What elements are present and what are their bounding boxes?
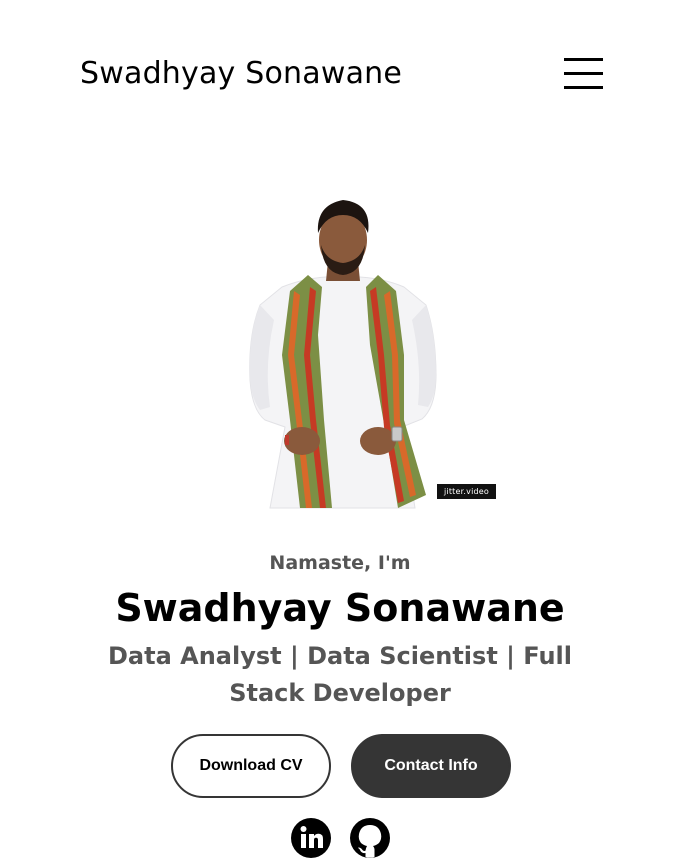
github-icon[interactable] bbox=[349, 817, 391, 859]
site-logo[interactable]: Swadhyay Sonawane bbox=[80, 52, 402, 96]
photo-watermark: jitter.video bbox=[437, 484, 496, 499]
hero-roles: Data Analyst | Data Scientist | Full Sta… bbox=[107, 642, 572, 707]
menu-bar bbox=[564, 72, 603, 75]
menu-bar bbox=[564, 58, 603, 61]
greeting-text: Namaste, I'm bbox=[269, 552, 411, 574]
profile-photo bbox=[249, 200, 437, 509]
download-cv-button[interactable]: Download CV bbox=[171, 734, 331, 798]
hero-name: Swadhyay Sonawane bbox=[115, 586, 565, 630]
contact-info-button[interactable]: Contact Info bbox=[351, 734, 511, 798]
linkedin-icon[interactable] bbox=[290, 817, 332, 859]
menu-bar bbox=[564, 86, 603, 89]
hamburger-menu-icon[interactable] bbox=[564, 58, 604, 90]
